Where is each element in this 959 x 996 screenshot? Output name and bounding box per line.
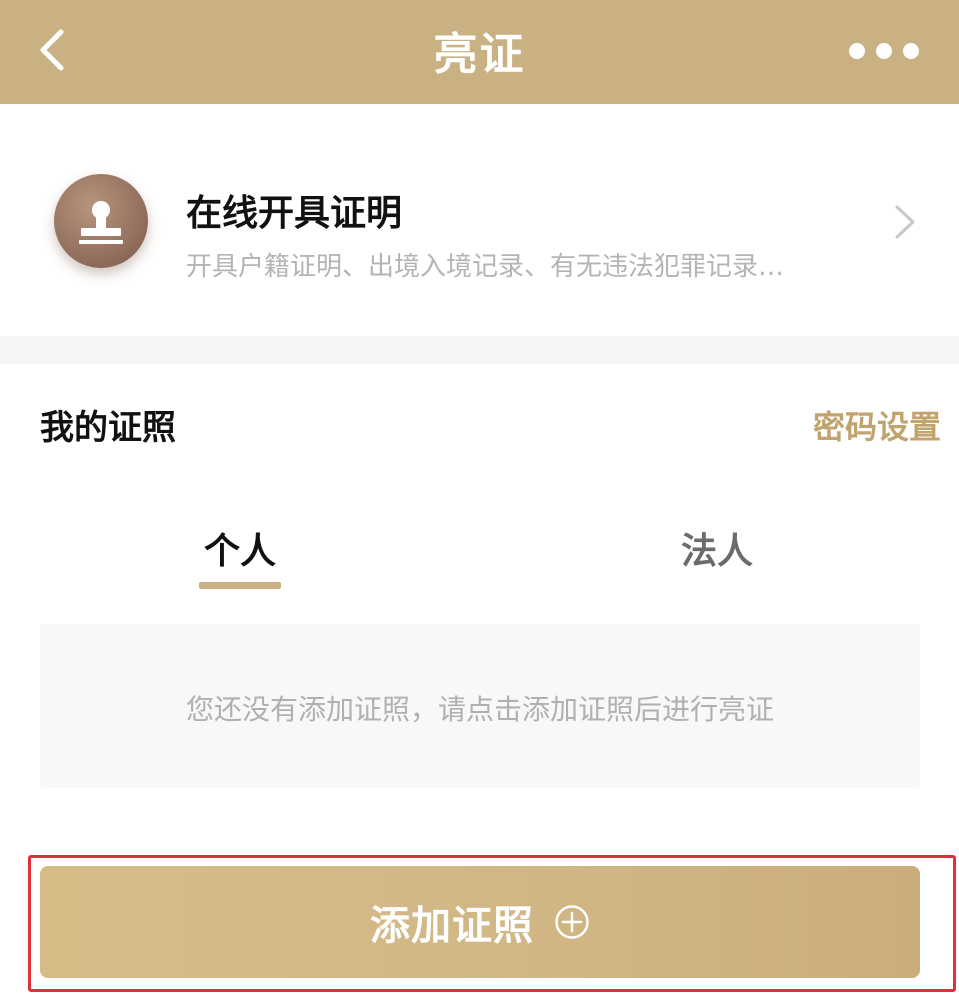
- more-dots-icon: [849, 43, 865, 59]
- plus-circle-icon: [555, 905, 589, 939]
- add-license-label: 添加证照: [370, 903, 534, 949]
- more-button[interactable]: [849, 36, 919, 66]
- password-settings-link[interactable]: 密码设置: [813, 402, 941, 448]
- page-title: 亮证: [433, 29, 526, 80]
- stamp-icon: [54, 174, 148, 268]
- active-tab-indicator: [199, 582, 281, 589]
- add-license-button[interactable]: 添加证照: [40, 866, 920, 978]
- card-title: 在线开具证明: [186, 193, 403, 234]
- empty-state-panel: 您还没有添加证照，请点击添加证照后进行亮证: [40, 624, 920, 788]
- online-certificate-card[interactable]: 在线开具证明 开具户籍证明、出境入境记录、有无违法犯罪记录…: [0, 104, 959, 336]
- empty-state-message: 您还没有添加证照，请点击添加证照后进行亮证: [185, 693, 774, 726]
- card-subtitle: 开具户籍证明、出境入境记录、有无违法犯罪记录…: [186, 252, 785, 282]
- top-nav-bar: 亮证: [0, 0, 959, 104]
- section-divider: [0, 336, 959, 364]
- section-title: 我的证照: [40, 408, 176, 448]
- chevron-right-icon: [895, 205, 915, 239]
- tab-personal[interactable]: 个人: [180, 522, 300, 574]
- tab-legal-person[interactable]: 法人: [657, 522, 777, 574]
